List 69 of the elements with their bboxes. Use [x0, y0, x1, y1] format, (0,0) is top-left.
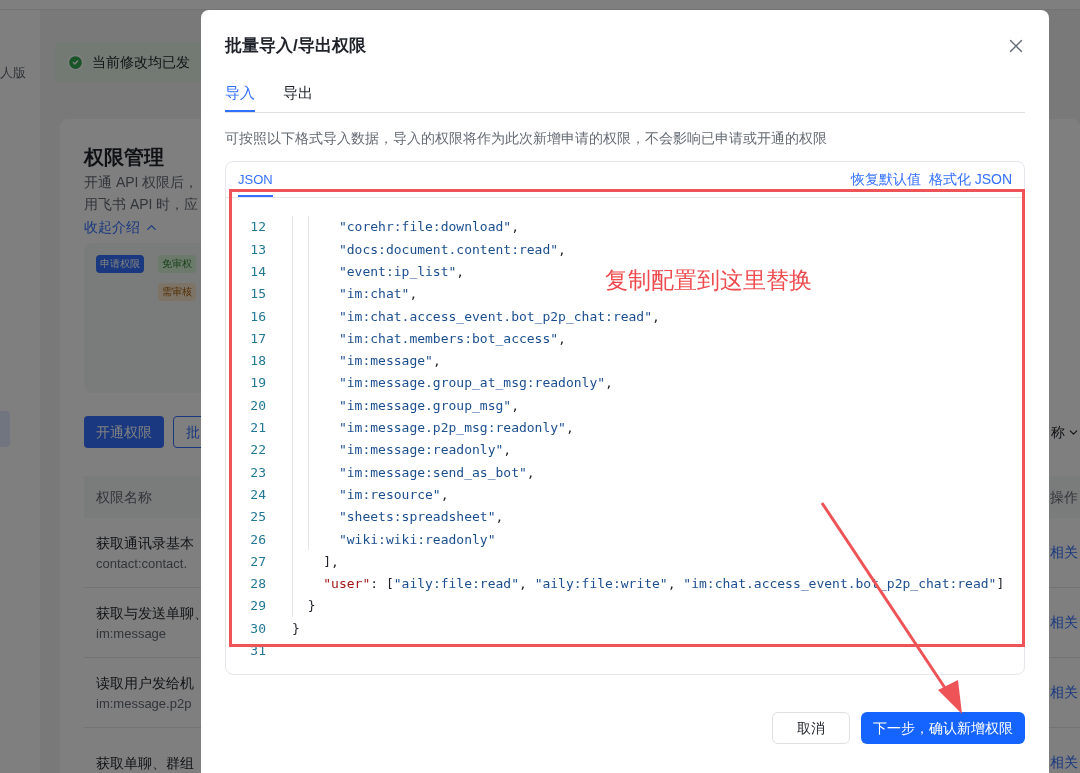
line-number: 16 — [249, 307, 266, 326]
tag: 免审权 — [158, 255, 196, 273]
line-number: 27 — [249, 552, 266, 571]
line-number: 18 — [249, 352, 266, 371]
code-line: } — [292, 619, 300, 638]
permission-scope: im:message.p2p — [96, 694, 192, 713]
code-line: "im:message:send_as_bot", — [338, 463, 535, 482]
code-line: "im:message.group_msg", — [338, 396, 519, 415]
line-number: 17 — [249, 329, 266, 348]
code-line: "docs:document.content:read", — [338, 240, 566, 259]
line-number: 21 — [249, 419, 266, 438]
code-line: "im:chat.access_event.bot_p2p_chat:read", — [338, 307, 660, 326]
permission-name: 获取单聊、群组 — [96, 753, 194, 773]
sidebar-label: 人版 — [0, 64, 26, 82]
code-line: "im:chat.members:bot_access", — [338, 329, 566, 348]
dialog-tab[interactable]: 导入 — [225, 77, 255, 112]
line-number: 30 — [249, 619, 266, 638]
action-button[interactable]: 开通权限 — [84, 416, 164, 448]
column-header: 操作 — [1050, 487, 1079, 507]
import-description: 可按照以下格式导入数据，导入的权限将作为此次新增申请的权限，不会影响已申请或开通的权限 — [225, 129, 828, 148]
line-number: 20 — [249, 396, 266, 415]
line-number: 14 — [249, 263, 266, 281]
page-title: 权限管理 — [84, 145, 164, 170]
line-number: 15 — [249, 285, 266, 304]
permission-scope: contact:contact. — [96, 554, 188, 573]
code-line: } — [307, 597, 316, 616]
editor-action-link[interactable]: 恢复默认值 — [850, 169, 921, 190]
line-number: 22 — [249, 441, 266, 460]
code-line: "im:message.group_at_msg:readonly", — [338, 374, 613, 393]
line-number: 25 — [249, 508, 266, 527]
related-link[interactable]: 相关 — [1050, 612, 1080, 633]
tag: 申请权限 — [96, 255, 144, 273]
code-line: "im:resource", — [338, 485, 449, 504]
column-header: 权限名称 — [96, 487, 152, 507]
collapse-link[interactable]: 收起介绍 — [84, 215, 159, 239]
permission-name: 读取用户发给机 — [96, 673, 194, 693]
sort-dropdown[interactable]: 称 — [1051, 421, 1080, 443]
line-number: 26 — [249, 530, 266, 549]
code-line: "im:chat", — [338, 285, 418, 304]
description-line: 开通 API 权限后， — [84, 173, 199, 192]
related-link[interactable]: 相关 — [1050, 682, 1080, 703]
line-number: 19 — [249, 374, 266, 393]
permission-name: 获取通讯录基本 — [96, 533, 194, 553]
code-line: "sheets:spreadsheet", — [338, 508, 504, 527]
permission-name: 获取与发送单聊、 — [96, 603, 208, 623]
dialog-button[interactable]: 下一步，确认新增权限 — [861, 712, 1025, 744]
code-line: "im:message:readonly", — [338, 441, 512, 460]
code-line: ], — [323, 552, 339, 571]
code-line: "im:message.p2p_msg:readonly", — [338, 419, 574, 438]
line-number: 12 — [249, 218, 266, 237]
check-icon — [67, 53, 84, 71]
line-number: 13 — [249, 240, 266, 259]
code-line: "corehr:file:download", — [338, 218, 519, 237]
code-line: "wiki:wiki:readonly" — [338, 530, 496, 549]
code-line: "event:ip_list", — [338, 263, 465, 281]
description-line: 用飞书 API 时，应 — [84, 195, 199, 214]
line-number: 29 — [249, 597, 266, 616]
permission-scope: im:message — [96, 624, 167, 643]
related-link[interactable]: 相关 — [1050, 542, 1080, 563]
line-number: 23 — [249, 463, 266, 482]
dialog-button[interactable]: 取消 — [772, 712, 850, 744]
annotation-text: 复制配置到这里替换 — [605, 266, 812, 295]
code-line: "im:message", — [338, 352, 441, 371]
line-number: 28 — [249, 575, 266, 594]
dialog-tab[interactable]: 导出 — [283, 77, 313, 112]
line-number: 24 — [249, 485, 266, 504]
tag: 需审核 — [158, 283, 196, 301]
editor-action-link[interactable]: 格式化 JSON — [928, 169, 1012, 190]
related-link[interactable]: 相关 — [1050, 752, 1080, 773]
